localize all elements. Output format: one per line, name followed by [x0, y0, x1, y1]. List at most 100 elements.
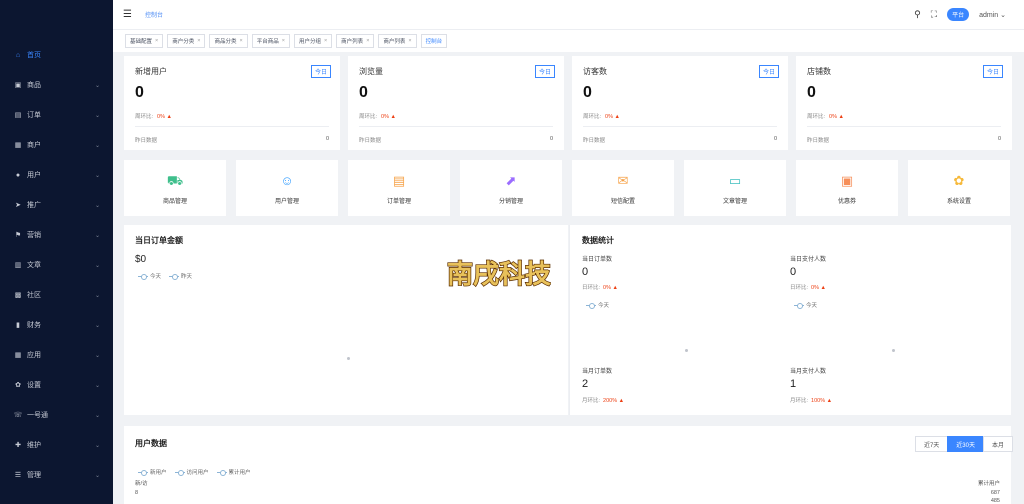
compare-label: 周环比:	[135, 114, 154, 120]
sidebar-item-3[interactable]: ▦ 商户 ⌄	[0, 130, 113, 160]
tab-5[interactable]: 商户列表 ×	[336, 34, 375, 48]
close-icon[interactable]: ×	[197, 38, 200, 44]
quick-link[interactable]: ☺ 用户管理	[236, 160, 338, 216]
legend-new-users[interactable]: 新用户	[138, 468, 167, 476]
fullscreen-icon[interactable]: ⛶	[931, 9, 937, 20]
sidebar-item-2[interactable]: ▤ 订单 ⌄	[0, 100, 113, 130]
chevron-down-icon: ⌄	[95, 202, 101, 209]
sidebar-item-12[interactable]: ☏ 一号通 ⌄	[0, 400, 113, 430]
sidebar-item-11[interactable]: ✿ 设置 ⌄	[0, 370, 113, 400]
compare-label: 日环比:	[582, 285, 601, 291]
range-button[interactable]: 本月	[982, 436, 1013, 452]
close-icon[interactable]: ×	[324, 38, 327, 44]
home-icon: ⌂	[15, 51, 21, 59]
compare-value: 0% ▲	[157, 114, 172, 120]
sidebar-item-10[interactable]: ▦ 应用 ⌄	[0, 340, 113, 370]
legend-total-users[interactable]: 累计用户	[216, 468, 251, 476]
range-button[interactable]: 近30天	[947, 436, 984, 452]
sidebar-item-13[interactable]: ✚ 维护 ⌄	[0, 430, 113, 460]
stat-card: 访客数 今日 0 周环比: 0% ▲ 昨日数据 0	[572, 56, 788, 150]
user-data-panel: 用户数据 新用户 访问用户 累计用户 新/访 8 累计用户 687 485	[124, 426, 1011, 504]
sidebar-item-label: 商户	[27, 142, 41, 149]
quick-link-label: 系统设置	[946, 199, 971, 205]
finance-icon: ▮	[16, 322, 20, 329]
merchant-icon: ▦	[14, 142, 22, 149]
stat-footer-value: 0	[773, 136, 777, 142]
sidebar-item-1[interactable]: ▣ 商品 ⌄	[0, 70, 113, 100]
sidebar: ⌂ 首页 ▣ 商品 ⌄ ▤ 订单 ⌄ ▦ 商户 ⌄ ● 用户 ⌄ ➤ 推广 ⌄ ⚑ 营销 ⌄ ▥ 文章 ⌄ ▩ 社区 ⌄ ▮ 财务 ⌄ ▦…	[0, 0, 113, 504]
sidebar-item-14[interactable]: ☰ 管理 ⌄	[0, 460, 113, 490]
daily-orders-label: 当日订单数	[582, 257, 613, 263]
stat-value: 0	[359, 84, 368, 101]
search-icon[interactable]: ⚲	[914, 9, 921, 20]
chevron-down-icon: ⌄	[95, 82, 101, 89]
tab-3[interactable]: 平台商品 ×	[251, 34, 290, 48]
quick-link[interactable]: ⬈ 分销管理	[460, 160, 562, 216]
tab-6[interactable]: 商户列表 ×	[378, 34, 417, 48]
breadcrumb[interactable]: 控制台	[145, 10, 163, 19]
stat-compare: 周环比: 0% ▲	[359, 112, 396, 120]
chevron-down-icon: ⌄	[95, 142, 101, 149]
stat-compare: 周环比: 0% ▲	[807, 112, 844, 120]
sidebar-item-0[interactable]: ⌂ 首页	[0, 40, 113, 70]
stat-footer-label: 昨日数据	[583, 138, 606, 144]
platform-badge[interactable]: 平台	[947, 8, 970, 21]
close-icon[interactable]: ×	[282, 38, 285, 44]
quick-link[interactable]: ▭ 文章管理	[684, 160, 786, 216]
header-actions: ⚲ ⛶ 平台 admin ⌄	[914, 8, 1024, 21]
close-icon[interactable]: ×	[239, 38, 242, 44]
compare-label: 月环比:	[790, 398, 809, 404]
quick-link[interactable]: ⛟ 商品管理	[124, 160, 226, 216]
stat-value: 0	[807, 84, 816, 101]
sidebar-item-5[interactable]: ➤ 推广 ⌄	[0, 190, 113, 220]
admin-menu[interactable]: admin ⌄	[979, 11, 1006, 19]
chevron-down-icon: ⌄	[95, 352, 101, 359]
right-axis-tick: 485	[990, 498, 1000, 504]
coupon-icon: ▣	[840, 173, 854, 188]
quick-link[interactable]: ✉ 短信配置	[572, 160, 674, 216]
legend-yesterday-label: 昨天	[181, 274, 193, 280]
stat-badge: 今日	[534, 65, 555, 78]
tab-label: 基础配置	[130, 39, 153, 45]
compare-value: 100% ▲	[811, 398, 833, 404]
quick-link[interactable]: ▣ 优惠券	[796, 160, 898, 216]
sidebar-item-4[interactable]: ● 用户 ⌄	[0, 160, 113, 190]
promote-icon: ➤	[15, 202, 21, 209]
legend-today[interactable]: 今天	[138, 272, 161, 280]
chart-point	[685, 349, 688, 352]
daily-payers-label: 当日支付人数	[790, 257, 827, 263]
sidebar-item-label: 用户	[27, 172, 41, 179]
order-amount-title: 当日订单金额	[135, 236, 183, 245]
sidebar-item-label: 首页	[27, 52, 41, 59]
quick-link[interactable]: ✿ 系统设置	[908, 160, 1010, 216]
tab-2[interactable]: 商品分类 ×	[209, 34, 248, 48]
compare-value: 0% ▲	[829, 114, 844, 120]
sidebar-item-label: 订单	[27, 112, 41, 119]
tab-1[interactable]: 商户分类 ×	[167, 34, 206, 48]
legend-yesterday[interactable]: 昨天	[169, 272, 192, 280]
daily-orders-compare: 日环比: 0% ▲	[582, 283, 618, 291]
tab-7[interactable]: 控制台	[420, 34, 448, 48]
tab-0[interactable]: 基础配置 ×	[125, 34, 164, 48]
marketing-icon: ⚑	[14, 232, 22, 239]
legend-visit-users[interactable]: 访问用户	[174, 468, 209, 476]
close-icon[interactable]: ×	[366, 38, 369, 44]
legend-label: 累计用户	[228, 470, 251, 476]
quick-link[interactable]: ▤ 订单管理	[348, 160, 450, 216]
order-icon: ▤	[14, 112, 22, 119]
tab-label: 控制台	[425, 39, 443, 45]
legend-today[interactable]: 今天	[586, 301, 609, 309]
admin-name: admin	[979, 11, 999, 19]
range-button[interactable]: 近7天	[914, 436, 949, 452]
menu-toggle-icon[interactable]: ☰	[123, 9, 133, 20]
close-icon[interactable]: ×	[155, 38, 158, 44]
sidebar-item-6[interactable]: ⚑ 营销 ⌄	[0, 220, 113, 250]
legend-today[interactable]: 今天	[794, 301, 817, 309]
close-icon[interactable]: ×	[408, 38, 411, 44]
sidebar-item-8[interactable]: ▩ 社区 ⌄	[0, 280, 113, 310]
tab-4[interactable]: 用户分组 ×	[293, 34, 333, 48]
quick-link-label: 优惠券	[837, 199, 856, 205]
sidebar-item-9[interactable]: ▮ 财务 ⌄	[0, 310, 113, 340]
sidebar-item-7[interactable]: ▥ 文章 ⌄	[0, 250, 113, 280]
right-axis-tick: 687	[990, 490, 1000, 496]
